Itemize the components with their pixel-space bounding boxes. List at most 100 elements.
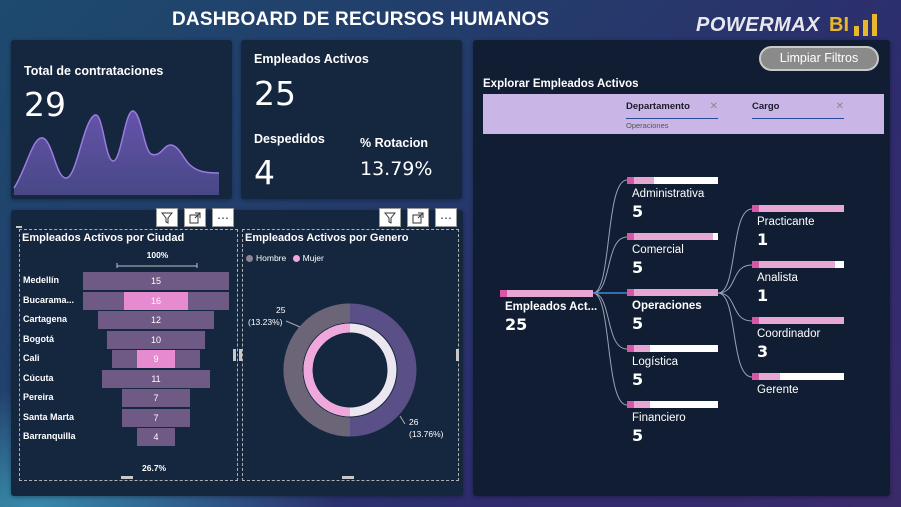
activos-card[interactable]: Empleados Activos 25 Despedidos 4 % Rota…	[241, 40, 462, 199]
slicer-departamento-value: Operaciones	[626, 121, 669, 130]
tree-node-department[interactable]: Logística 5	[627, 345, 718, 390]
funnel-bar[interactable]: 15	[83, 272, 229, 290]
tree-node-role[interactable]: Practicante 1	[752, 205, 844, 250]
focus-mode-button[interactable]	[407, 208, 429, 227]
funnel-value: 11	[151, 373, 161, 384]
node-value: 5	[632, 202, 644, 221]
node-value: 3	[757, 342, 769, 361]
node-label: Logística	[632, 356, 679, 368]
funnel-row[interactable]: Cartagena 12	[19, 311, 236, 329]
funnel-bar[interactable]: 10	[107, 330, 205, 349]
clear-filters-button[interactable]: Limpiar Filtros	[759, 46, 879, 71]
funnel-row[interactable]: Cúcuta 11	[19, 369, 236, 388]
funnel-row[interactable]: Medellín 15	[19, 272, 236, 290]
filter-button[interactable]	[379, 208, 401, 227]
donut-chart	[283, 303, 417, 437]
funnel-row[interactable]: Cali 9	[19, 350, 236, 368]
resize-handle[interactable]	[16, 226, 22, 228]
funnel-row[interactable]: Barranquilla 4	[19, 428, 236, 446]
funnel-city-label: Cali	[23, 353, 40, 363]
funnel-city-label: Cartagena	[23, 314, 68, 324]
focus-mode-icon	[189, 212, 201, 223]
node-label: Coordinador	[757, 328, 821, 340]
donut-label-right-value: 26	[409, 417, 419, 427]
focus-mode-button[interactable]	[184, 208, 206, 227]
tree-node-department[interactable]: Operaciones 5	[627, 289, 718, 334]
activos-value: 25	[254, 74, 296, 113]
root-label: Empleados Act...	[505, 301, 598, 313]
node-value: 5	[632, 258, 644, 277]
resize-handle[interactable]	[121, 476, 133, 479]
tree-node-role[interactable]: Analista 1	[752, 261, 844, 306]
donut-visual[interactable]: Empleados Activos por Genero Hombre Muje…	[239, 229, 459, 481]
funnel-value: 7	[153, 393, 159, 403]
funnel-bar[interactable]: 7	[121, 389, 191, 407]
funnel-city-label: Santa Marta	[23, 411, 75, 422]
node-value: 5	[632, 426, 644, 445]
more-options-icon: ⋯	[217, 210, 229, 225]
funnel-city-label: Medellín	[23, 275, 60, 285]
node-label: Practicante	[757, 216, 815, 228]
node-value: 1	[757, 286, 769, 305]
filter-button[interactable]	[156, 208, 178, 227]
tree-node-department[interactable]: Administrativa 5	[627, 177, 718, 222]
donut-label-left-pct: (13.23%)	[248, 317, 283, 327]
node-label: Administrativa	[632, 188, 705, 200]
funnel-city-label: Pereira	[23, 392, 54, 402]
brand-suffix: BI	[829, 14, 849, 36]
funnel-bar[interactable]: 7	[121, 408, 191, 427]
node-label: Financiero	[632, 412, 686, 424]
funnel-row[interactable]: Bogotá 10	[19, 330, 236, 349]
node-label: Comercial	[632, 244, 684, 256]
node-value: 1	[757, 230, 769, 249]
tree-node-department[interactable]: Comercial 5	[627, 233, 718, 278]
despedidos-label: Despedidos	[254, 132, 325, 146]
funnel-row[interactable]: Bucarama... 16	[19, 291, 236, 310]
funnel-bar[interactable]: 9	[112, 350, 200, 368]
funnel-bar[interactable]: 16	[83, 291, 229, 310]
filter-icon	[161, 212, 173, 224]
explorer-title: Explorar Empleados Activos	[483, 78, 639, 90]
bottom-percent-label: 26.7%	[142, 463, 167, 473]
funnel-city-label: Barranquilla	[23, 431, 76, 441]
filter-slicers: Departamento ✕ Operaciones Cargo ✕	[483, 94, 884, 134]
funnel-bar[interactable]: 11	[102, 369, 210, 388]
rotacion-label: % Rotacion	[360, 136, 429, 150]
filter-icon	[384, 212, 396, 224]
node-label: Operaciones	[632, 300, 702, 312]
root-value: 25	[505, 315, 528, 334]
funnel-bar[interactable]: 12	[97, 311, 215, 329]
clear-slicer-icon[interactable]: ✕	[836, 101, 844, 112]
funnel-bar[interactable]: 4	[136, 428, 176, 446]
contrataciones-card[interactable]: Total de contrataciones 29	[11, 40, 232, 199]
funnel-value: 15	[150, 276, 161, 286]
node-value: 5	[632, 314, 644, 333]
bi-bars-icon	[854, 12, 884, 36]
donut-label-left-value: 25	[276, 305, 286, 315]
contrataciones-sparkline	[13, 110, 220, 195]
tree-node-department[interactable]: Financiero 5	[627, 401, 718, 446]
tree-root-node[interactable]: Empleados Act... 25	[500, 290, 597, 335]
funnel-value: 10	[150, 334, 161, 345]
donut-label-right-pct: (13.76%)	[409, 429, 444, 439]
tree-node-role[interactable]: Gerente	[752, 373, 844, 418]
funnel-value: 16	[150, 295, 161, 306]
funnel-city-label: Bucarama...	[23, 294, 75, 305]
node-label: Gerente	[757, 384, 799, 396]
funnel-row[interactable]: Santa Marta 7	[19, 408, 236, 427]
funnel-row[interactable]: Pereira 7	[19, 389, 236, 407]
node-label: Analista	[757, 272, 798, 284]
funnel-visual[interactable]: Empleados Activos por Ciudad 100% Medell…	[16, 226, 238, 481]
funnel-value: 12	[150, 315, 161, 325]
rotacion-value: 13.79%	[360, 158, 433, 180]
funnel-value: 7	[153, 412, 159, 423]
slicer-cargo[interactable]: Cargo ✕	[752, 101, 844, 119]
more-options-button[interactable]: ⋯	[435, 208, 457, 227]
funnel-value: 9	[153, 354, 159, 364]
tree-node-role[interactable]: Coordinador 3	[752, 317, 844, 362]
more-options-button[interactable]: ⋯	[212, 208, 234, 227]
funnel-city-label: Cúcuta	[23, 372, 54, 383]
dashboard-title: DASHBOARD DE RECURSOS HUMANOS	[172, 9, 550, 30]
clear-slicer-icon[interactable]: ✕	[710, 101, 718, 112]
slicer-departamento[interactable]: Departamento ✕	[626, 101, 718, 119]
